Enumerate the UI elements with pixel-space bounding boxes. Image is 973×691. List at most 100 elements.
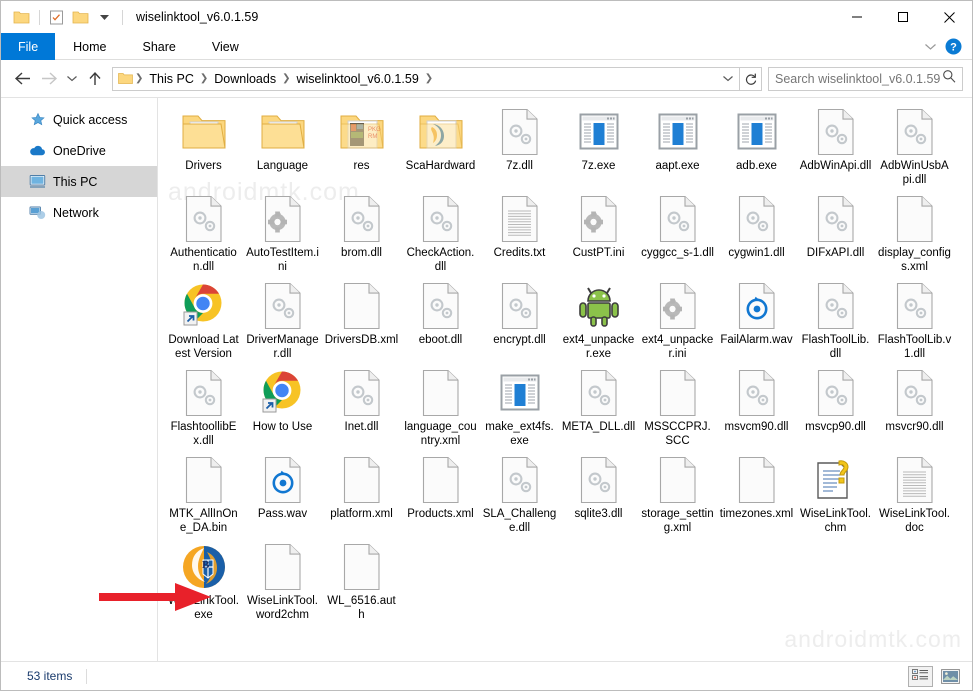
file-item[interactable]: FlashToolLib.v1.dll (875, 276, 954, 363)
address-dropdown-chevron-icon[interactable] (717, 68, 739, 90)
file-item[interactable]: WiseLinkTool.doc (875, 450, 954, 537)
tab-file[interactable]: File (1, 33, 56, 60)
help-icon[interactable]: ? (943, 36, 963, 56)
large-icons-view-button[interactable] (938, 666, 963, 687)
folder-icon[interactable] (10, 6, 32, 28)
blank-icon (259, 543, 307, 591)
file-item[interactable]: WiseLinkTool.chm (796, 450, 875, 537)
file-item[interactable]: DriversDB.xml (322, 276, 401, 363)
file-item[interactable]: META_DLL.dll (559, 363, 638, 450)
file-item[interactable]: FlashtoollibEx.dll (164, 363, 243, 450)
breadcrumb-separator[interactable]: ❯ (280, 73, 292, 84)
search-input[interactable] (775, 71, 942, 86)
file-item[interactable]: timezones.xml (717, 450, 796, 537)
file-item-label: storage_setting.xml (641, 508, 714, 534)
file-item[interactable]: cygwin1.dll (717, 189, 796, 276)
sidebar-item-this-pc[interactable]: This PC (1, 166, 157, 197)
dll-icon (812, 195, 860, 243)
file-item[interactable]: cyggcc_s-1.dll (638, 189, 717, 276)
file-item[interactable]: Credits.txt (480, 189, 559, 276)
customize-chevron-down-icon[interactable] (93, 6, 115, 28)
chevron-down-icon[interactable] (919, 35, 941, 57)
refresh-button[interactable] (740, 66, 762, 91)
file-item[interactable]: sqlite3.dll (559, 450, 638, 537)
file-item[interactable]: FailAlarm.wav (717, 276, 796, 363)
breadcrumb-separator[interactable]: ❯ (423, 73, 435, 84)
breadcrumb-item-this-pc[interactable]: This PC (145, 72, 197, 86)
star-pin-icon (29, 111, 46, 128)
up-button[interactable] (82, 66, 108, 92)
tab-home[interactable]: Home (55, 33, 124, 60)
file-item[interactable]: encrypt.dll (480, 276, 559, 363)
file-item[interactable]: make_ext4fs.exe (480, 363, 559, 450)
new-folder-icon[interactable] (69, 6, 91, 28)
breadcrumb-item-current[interactable]: wiselinktool_v6.0.1.59 (292, 72, 422, 86)
file-item[interactable]: DIFxAPI.dll (796, 189, 875, 276)
file-item[interactable]: display_configs.xml (875, 189, 954, 276)
file-item[interactable]: platform.xml (322, 450, 401, 537)
file-item[interactable]: SLA_Challenge.dll (480, 450, 559, 537)
recent-locations-button[interactable] (62, 66, 82, 92)
file-item[interactable]: aapt.exe (638, 102, 717, 189)
file-item[interactable]: Inet.dll (322, 363, 401, 450)
dll-icon (180, 195, 228, 243)
tab-view[interactable]: View (194, 33, 257, 60)
file-item[interactable]: ext4_unpacker.ini (638, 276, 717, 363)
properties-icon[interactable] (45, 6, 67, 28)
file-item[interactable]: 7z.exe (559, 102, 638, 189)
file-item[interactable]: Language (243, 102, 322, 189)
file-item[interactable]: Authentication.dll (164, 189, 243, 276)
file-item[interactable]: PKGRM res (322, 102, 401, 189)
file-item[interactable]: language_country.xml (401, 363, 480, 450)
forward-button[interactable] (36, 66, 62, 92)
file-item[interactable]: Products.xml (401, 450, 480, 537)
minimize-button[interactable] (834, 1, 880, 33)
file-item[interactable]: ext4_unpacker.exe (559, 276, 638, 363)
search-icon[interactable] (942, 69, 956, 88)
file-item[interactable]: adb.exe (717, 102, 796, 189)
file-item[interactable]: Drivers (164, 102, 243, 189)
file-list-pane[interactable]: androidmtk.com Drivers Language PKGRM res Sc… (158, 98, 972, 661)
file-item-label: DriversDB.xml (324, 334, 399, 346)
file-item[interactable]: storage_setting.xml (638, 450, 717, 537)
file-item[interactable]: AdbWinApi.dll (796, 102, 875, 189)
close-button[interactable] (926, 1, 972, 33)
file-item[interactable]: brom.dll (322, 189, 401, 276)
file-item[interactable]: msvcp90.dll (796, 363, 875, 450)
breadcrumb-item-downloads[interactable]: Downloads (210, 72, 280, 86)
sidebar-item-label: This PC (53, 174, 98, 189)
file-item[interactable]: DriverManager.dll (243, 276, 322, 363)
file-item[interactable]: Pass.wav (243, 450, 322, 537)
file-item[interactable]: MTK_AllInOne_DA.bin (164, 450, 243, 537)
breadcrumb-separator[interactable]: ❯ (198, 73, 210, 84)
sidebar-item-quick-access[interactable]: Quick access (1, 104, 157, 135)
maximize-button[interactable] (880, 1, 926, 33)
breadcrumb[interactable]: ❯ This PC ❯ Downloads ❯ wiselinktool_v6.… (112, 66, 740, 91)
file-item[interactable]: CheckAction.dll (401, 189, 480, 276)
file-item[interactable]: msvcm90.dll (717, 363, 796, 450)
details-view-button[interactable] (908, 665, 933, 687)
file-item[interactable]: MSSCCPRJ.SCC (638, 363, 717, 450)
file-item[interactable]: AutoTestItem.ini (243, 189, 322, 276)
file-item[interactable]: B WiseLinkTool.exe (164, 537, 243, 624)
file-item[interactable]: ScaHardward (401, 102, 480, 189)
file-item[interactable]: How to Use (243, 363, 322, 450)
file-item[interactable]: WL_6516.auth (322, 537, 401, 624)
sidebar-item-network[interactable]: Network (1, 197, 157, 228)
dll-icon (891, 282, 939, 330)
file-item[interactable]: msvcr90.dll (875, 363, 954, 450)
file-item[interactable]: Download Latest Version (164, 276, 243, 363)
sidebar-item-label: OneDrive (53, 143, 106, 158)
exe-icon (496, 369, 544, 417)
back-button[interactable] (10, 66, 36, 92)
file-item[interactable]: AdbWinUsbApi.dll (875, 102, 954, 189)
file-item[interactable]: CustPT.ini (559, 189, 638, 276)
tab-share[interactable]: Share (125, 33, 194, 60)
file-item[interactable]: FlashToolLib.dll (796, 276, 875, 363)
sidebar-item-onedrive[interactable]: OneDrive (1, 135, 157, 166)
file-item[interactable]: WiseLinkTool.word2chm (243, 537, 322, 624)
file-item[interactable]: 7z.dll (480, 102, 559, 189)
file-item-label: timezones.xml (719, 508, 794, 520)
search-box[interactable] (768, 66, 963, 91)
file-item[interactable]: eboot.dll (401, 276, 480, 363)
